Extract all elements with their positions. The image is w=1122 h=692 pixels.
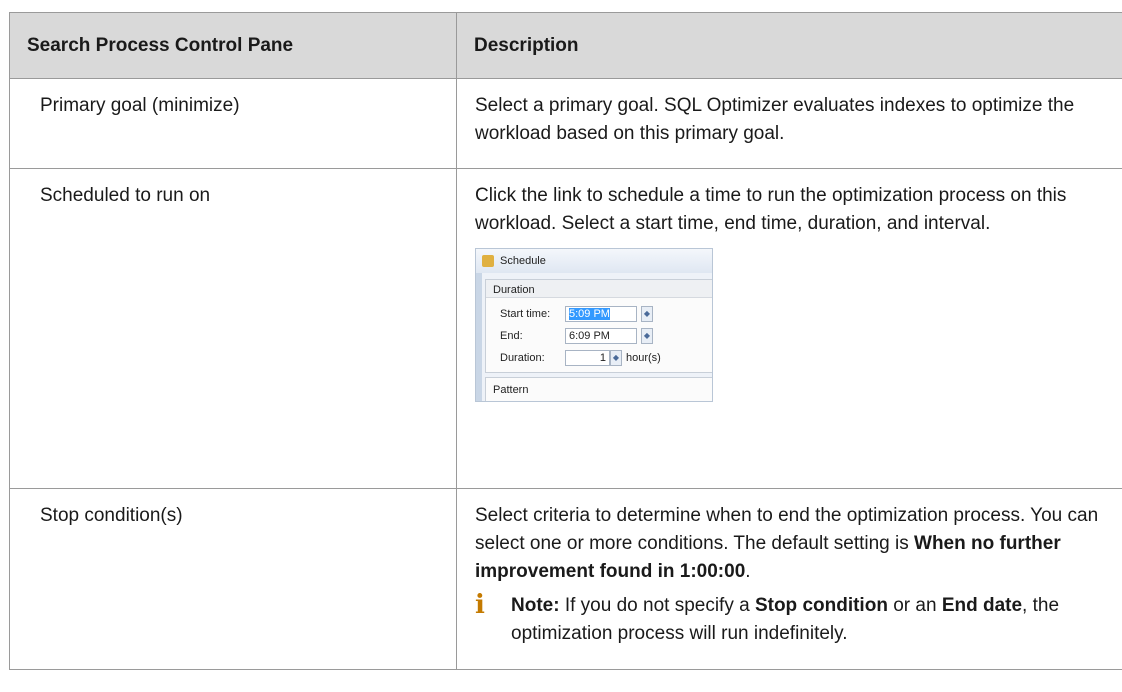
duration-field: 1 [565,350,610,366]
end-time-row: End: 6:09 PM ◆ [500,328,653,344]
table-row: Stop condition(s) Select criteria to det… [9,488,1122,670]
table-row: Scheduled to run on Click the link to sc… [9,168,1122,489]
dialog-titlebar: Schedule [476,249,712,273]
spinner-icon: ◆ [641,328,653,344]
note-text: Note: If you do not specify a Stop condi… [511,595,1060,644]
schedule-dialog-screenshot: Schedule Duration Start time: 5:09 PM ◆ … [475,248,713,402]
header-row: Search Process Control Pane Description [9,12,1122,79]
table-row: Primary goal (minimize) Select a primary… [9,78,1122,169]
header-search-process: Search Process Control Pane [9,12,457,79]
row-name: Primary goal (minimize) [9,78,457,169]
schedule-window-icon [482,255,494,267]
end-label: End: [500,330,523,342]
spinner-icon: ◆ [641,306,653,322]
description-text: Select a primary goal. SQL Optimizer eva… [475,95,1075,144]
pattern-group-label: Pattern [485,377,712,401]
header-description: Description [456,12,1122,79]
end-time-field: 6:09 PM [565,328,637,344]
duration-group-label: Duration [486,280,712,298]
note-block: i Note: If you do not specify a Stop con… [475,592,1102,648]
duration-row: Duration: 1 ◆ hour(s) [500,350,661,366]
dialog-title: Schedule [500,255,546,267]
duration-group: Duration Start time: 5:09 PM ◆ End: 6:09… [485,279,712,373]
doc-table: Search Process Control Pane Description … [9,12,1122,670]
row-description: Select a primary goal. SQL Optimizer eva… [456,78,1122,169]
row-name: Scheduled to run on [9,168,457,489]
start-time-field: 5:09 PM [565,306,637,322]
duration-unit: hour(s) [626,352,661,364]
info-icon: i [475,590,485,620]
description-text: Select criteria to determine when to end… [475,505,1099,582]
row-description: Click the link to schedule a time to run… [456,168,1122,489]
duration-label: Duration: [500,352,545,364]
description-text: Click the link to schedule a time to run… [475,185,1067,234]
row-description: Select criteria to determine when to end… [456,488,1122,670]
start-time-row: Start time: 5:09 PM ◆ [500,306,653,322]
dialog-frame [476,273,482,401]
row-name: Stop condition(s) [9,488,457,670]
spinner-icon: ◆ [610,350,622,366]
start-time-label: Start time: [500,308,551,320]
